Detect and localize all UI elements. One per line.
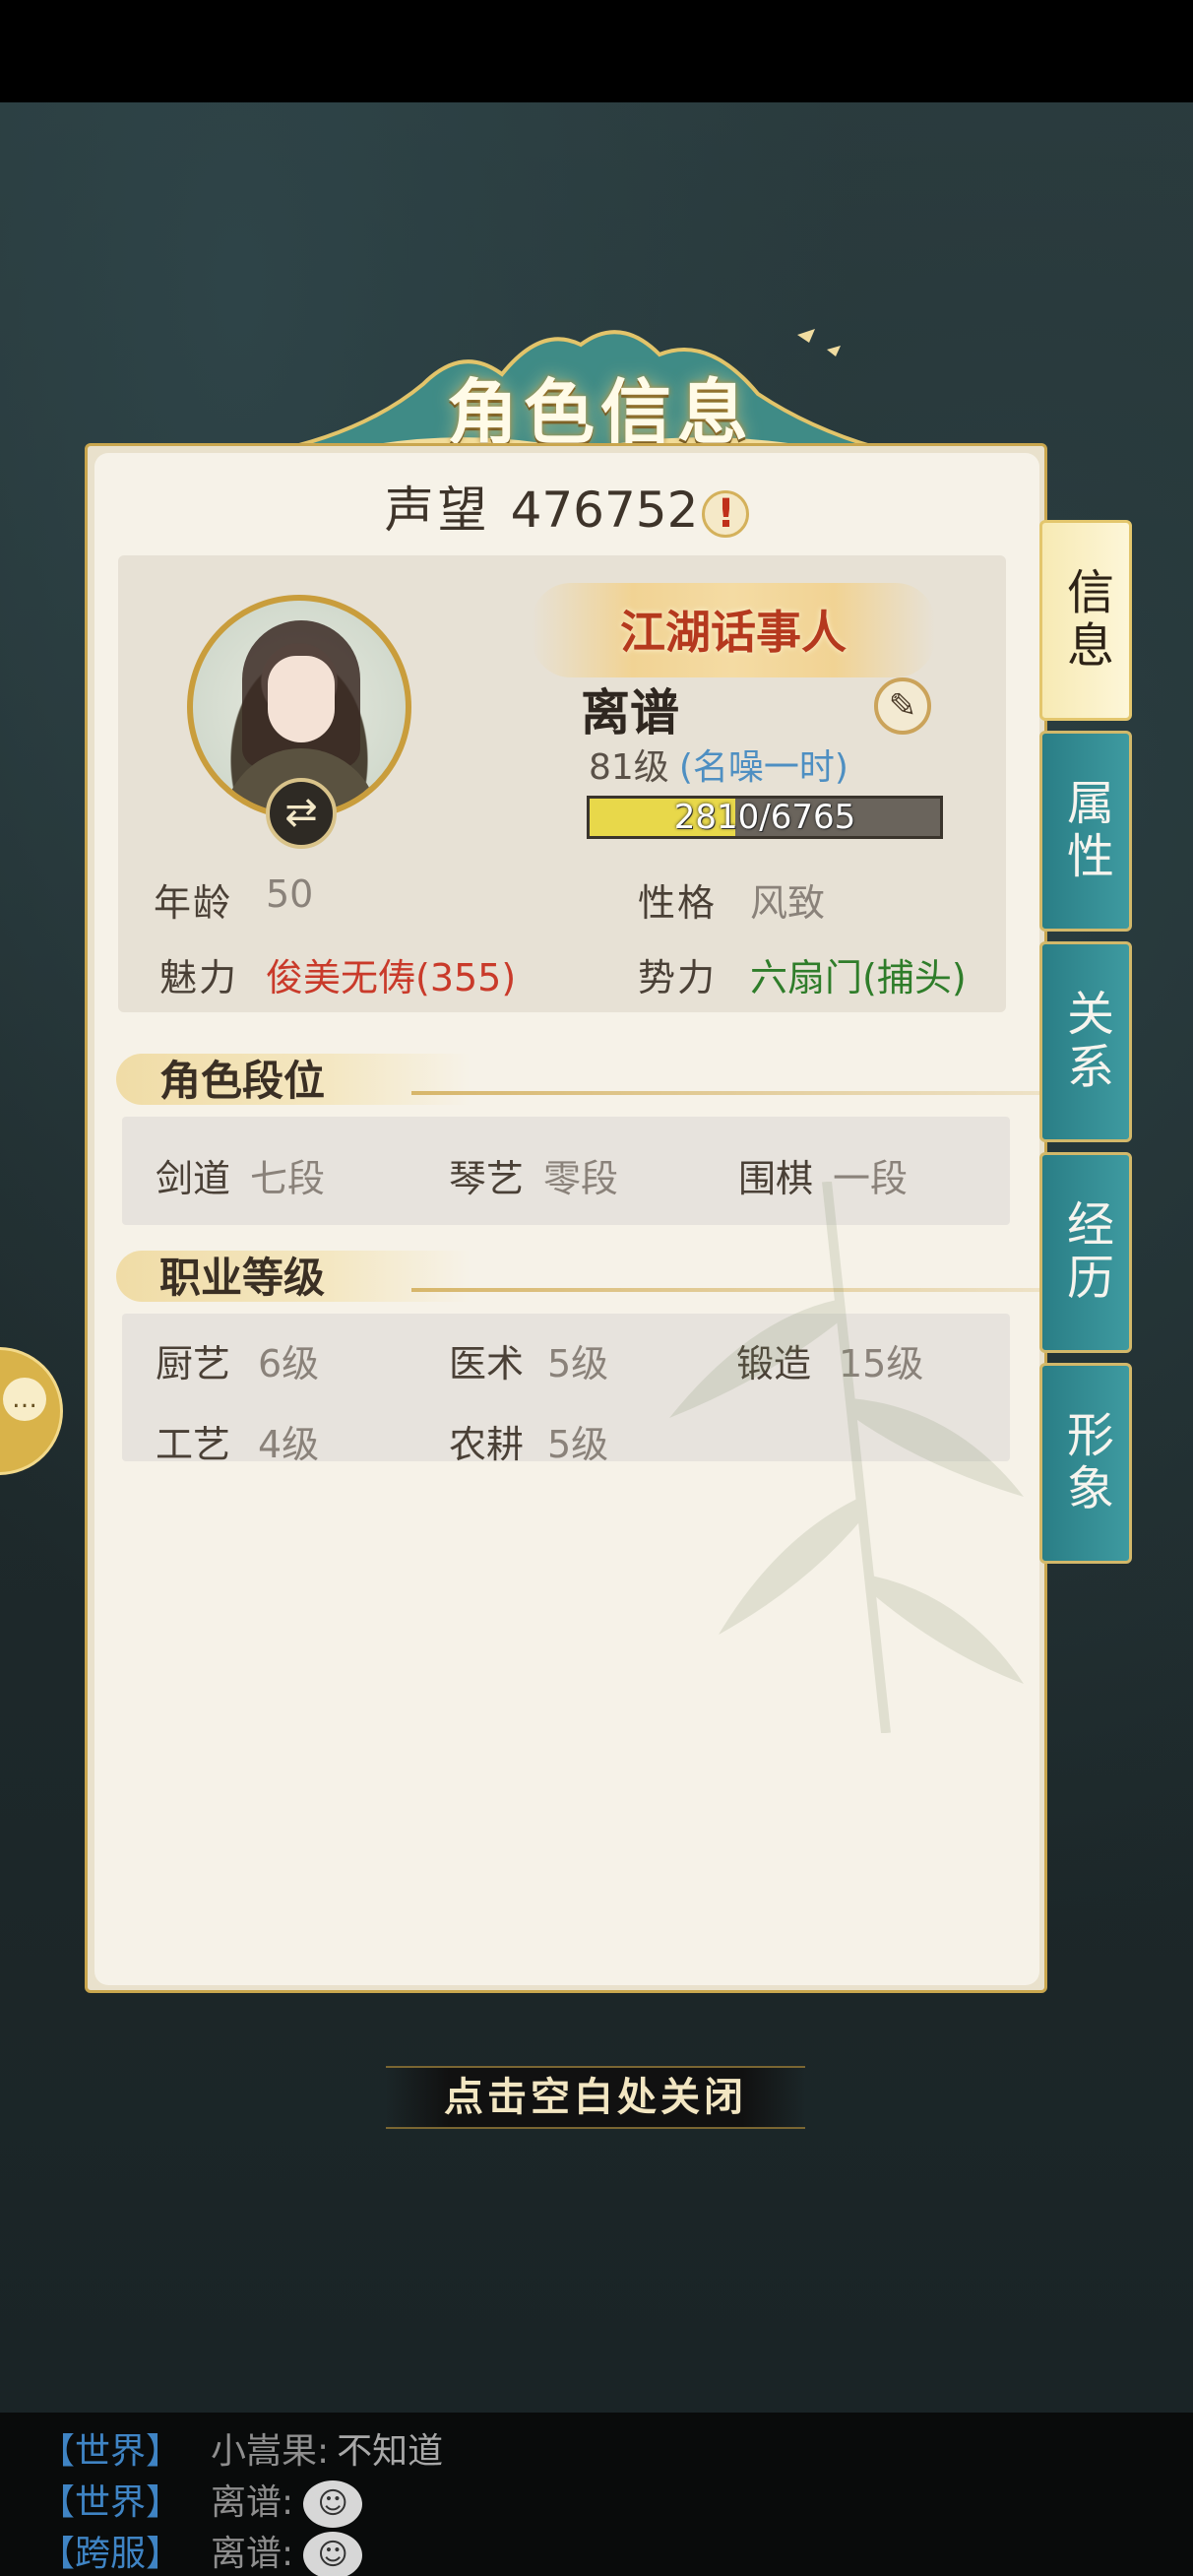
charm-label: 魅力	[159, 956, 239, 999]
status-bar	[0, 0, 1193, 102]
bamboo-watermark	[669, 1182, 1024, 1733]
rank-item-label: 剑道	[156, 1157, 231, 1200]
chat-user[interactable]: 离谱:	[211, 2534, 293, 2574]
page-title: 角色信息	[446, 370, 754, 454]
faction-value: 六扇门(捕头)	[750, 956, 967, 999]
faction-label: 势力	[638, 956, 718, 999]
emoji-sticker-icon: ☺	[303, 2480, 363, 2528]
chat-icon: …	[3, 1378, 46, 1421]
tab-history-label: 经历	[1058, 1199, 1113, 1306]
tab-relations[interactable]: 关系	[1039, 941, 1132, 1142]
tab-history[interactable]: 经历	[1039, 1152, 1132, 1353]
rank-item-value: 零段	[543, 1157, 619, 1200]
brush-edit-icon[interactable]: ✎	[874, 677, 931, 735]
rank-section-line	[411, 1091, 1100, 1095]
tab-info[interactable]: 信息	[1039, 520, 1132, 721]
avatar-face	[268, 656, 335, 742]
exp-text: 2810/6765	[673, 798, 856, 837]
career-item-value: 4级	[258, 1423, 320, 1466]
career-item-value: 6级	[258, 1342, 320, 1385]
age-value: 50	[266, 872, 314, 916]
chat-channel-tag: 【世界】	[39, 2482, 182, 2523]
close-hint[interactable]: 点击空白处关闭	[386, 2066, 805, 2129]
character-name: 离谱	[581, 684, 679, 741]
chat-user[interactable]: 小嵩果:	[211, 2431, 329, 2472]
tab-info-label: 信息	[1058, 567, 1113, 674]
tab-relations-label: 关系	[1058, 989, 1113, 1095]
personality-label: 性格	[638, 881, 718, 925]
level-title: (名噪一时)	[678, 747, 848, 788]
fame-label: 声望	[384, 482, 491, 539]
rank-item-label: 琴艺	[449, 1157, 525, 1200]
chat-message: 不知道	[337, 2431, 444, 2472]
career-item-label: 医术	[449, 1342, 525, 1385]
chat-line: 【世界】 离谱: ☺	[39, 2474, 363, 2528]
swap-avatar-icon[interactable]: ⇄	[266, 778, 337, 849]
chat-panel[interactable]: 【世界】 小嵩果: 不知道 【世界】 离谱: ☺ 【跨服】 离谱: ☺	[0, 2413, 1193, 2576]
exclamation-icon[interactable]: !	[702, 489, 750, 538]
rank-section-title: 角色段位	[159, 1057, 326, 1105]
chat-channel-tag: 【世界】	[39, 2431, 182, 2472]
age-label: 年龄	[154, 881, 233, 925]
career-item-label: 工艺	[156, 1423, 231, 1466]
career-section-title: 职业等级	[159, 1254, 326, 1302]
career-item-value: 5级	[547, 1342, 609, 1385]
level-value: 81级	[589, 747, 669, 788]
personality-value: 风致	[750, 881, 826, 925]
tab-appearance-label: 形象	[1058, 1410, 1113, 1516]
chat-user[interactable]: 离谱:	[211, 2482, 293, 2523]
career-item-label: 农耕	[449, 1423, 525, 1466]
rank-title: 江湖话事人	[620, 606, 847, 659]
tab-attributes[interactable]: 属性	[1039, 731, 1132, 932]
career-item-value: 5级	[547, 1423, 609, 1466]
fame-row: 声望 476752!	[94, 471, 1039, 540]
rank-item-value: 七段	[250, 1157, 326, 1200]
charm-value: 俊美无俦(355)	[266, 956, 517, 999]
tab-attributes-label: 属性	[1058, 778, 1113, 884]
fame-value: 476752	[510, 482, 699, 539]
exp-bar: 2810/6765	[587, 796, 943, 839]
level-row: 81级 (名噪一时)	[589, 739, 848, 790]
career-item-label: 厨艺	[156, 1342, 231, 1385]
rank-section-header: 角色段位	[116, 1042, 1100, 1107]
chat-line: 【跨服】 离谱: ☺	[39, 2525, 363, 2576]
emoji-sticker-icon: ☺	[303, 2532, 363, 2576]
tab-appearance[interactable]: 形象	[1039, 1363, 1132, 1564]
chat-line: 【世界】 小嵩果: 不知道	[39, 2422, 443, 2474]
chat-channel-tag: 【跨服】	[39, 2534, 182, 2574]
